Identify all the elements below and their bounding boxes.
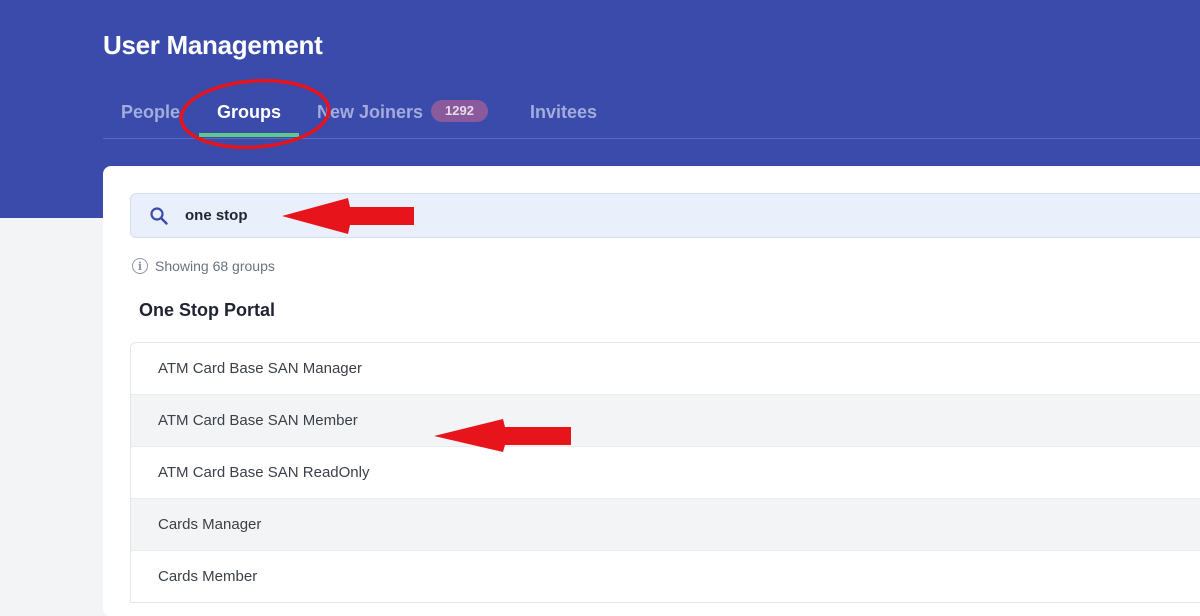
groups-card: i Showing 68 groups One Stop Portal ATM … — [103, 166, 1200, 616]
page-title: User Management — [103, 30, 323, 60]
tab-new-joiners-label: New Joiners — [317, 102, 424, 122]
active-tab-indicator — [199, 133, 299, 137]
search-icon — [150, 207, 168, 225]
info-icon: i — [132, 258, 148, 274]
list-item[interactable]: ATM Card Base SAN Manager — [131, 343, 1200, 394]
list-item[interactable]: ATM Card Base SAN Member — [131, 394, 1200, 446]
tab-invitees[interactable]: Invitees — [530, 86, 597, 138]
list-item[interactable]: Cards Member — [131, 550, 1200, 602]
new-joiners-count-badge: 1292 — [431, 100, 488, 123]
results-info: i Showing 68 groups — [132, 258, 275, 274]
tab-people[interactable]: People — [121, 86, 180, 138]
list-item[interactable]: ATM Card Base SAN ReadOnly — [131, 446, 1200, 498]
tab-new-joiners[interactable]: New Joiners 1292 — [317, 86, 488, 138]
group-list: ATM Card Base SAN Manager ATM Card Base … — [130, 342, 1200, 603]
list-item[interactable]: Cards Manager — [131, 498, 1200, 550]
tab-groups[interactable]: Groups — [217, 86, 281, 138]
search-bar[interactable] — [130, 193, 1200, 238]
search-input[interactable] — [185, 194, 785, 237]
tab-bar: People Groups New Joiners 1292 Invitees — [103, 86, 1200, 139]
section-title: One Stop Portal — [139, 300, 276, 320]
results-count-text: Showing 68 groups — [155, 258, 275, 274]
